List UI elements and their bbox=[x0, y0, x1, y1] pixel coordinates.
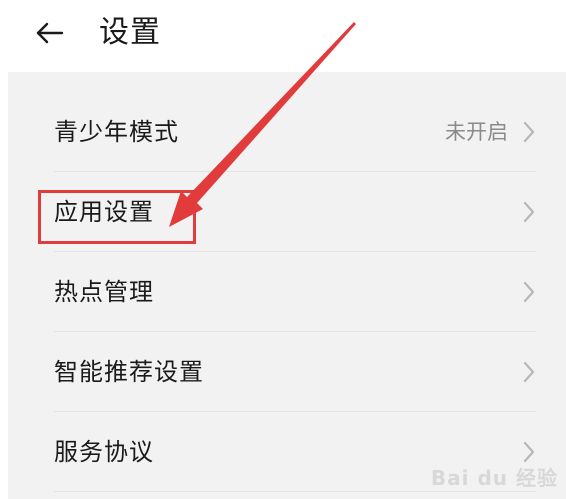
settings-item-teen-mode[interactable]: 青少年模式 未开启 bbox=[8, 92, 566, 172]
settings-item-smart-recommend[interactable]: 智能推荐设置 bbox=[8, 332, 566, 412]
page-title: 设置 bbox=[99, 15, 161, 50]
divider bbox=[54, 491, 536, 492]
teen-mode-status: 未开启 bbox=[445, 120, 508, 144]
chevron-right-icon bbox=[523, 441, 535, 463]
chevron-right-icon bbox=[523, 361, 535, 383]
highlight-box bbox=[38, 190, 196, 244]
settings-item-label: 青少年模式 bbox=[54, 118, 179, 146]
arrow-left-icon bbox=[36, 22, 64, 44]
chevron-right-icon bbox=[523, 121, 535, 143]
settings-item-label: 智能推荐设置 bbox=[54, 358, 204, 386]
screen-edge bbox=[0, 0, 8, 499]
settings-screen: 设置 青少年模式 未开启 应用设置 热点管理 智能推荐设置 服务协议 Bai d… bbox=[0, 0, 566, 499]
chevron-right-icon bbox=[523, 201, 535, 223]
settings-item-label: 热点管理 bbox=[54, 278, 154, 306]
chevron-right-icon bbox=[523, 281, 535, 303]
back-button[interactable] bbox=[32, 14, 72, 54]
settings-item-hotspot[interactable]: 热点管理 bbox=[8, 252, 566, 332]
app-header: 设置 bbox=[8, 0, 566, 72]
settings-item-label: 服务协议 bbox=[54, 438, 154, 466]
settings-list: 青少年模式 未开启 应用设置 热点管理 智能推荐设置 服务协议 bbox=[8, 92, 566, 492]
watermark: Bai du 经验 bbox=[430, 466, 558, 490]
